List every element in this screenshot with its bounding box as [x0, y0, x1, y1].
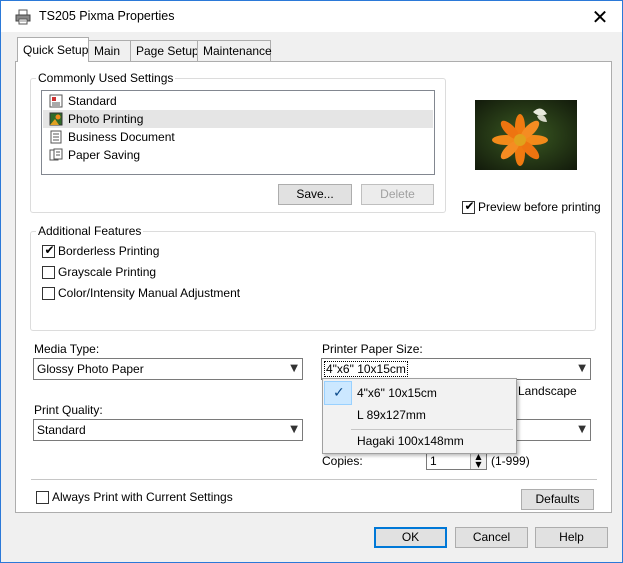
- paper-size-option-l[interactable]: L 89x127mm: [357, 408, 426, 422]
- always-print-checkbox[interactable]: [36, 491, 49, 504]
- list-item-paper-saving[interactable]: Paper Saving: [43, 146, 433, 164]
- list-item-business-document[interactable]: Business Document: [43, 128, 433, 146]
- tab-quick-setup[interactable]: Quick Setup: [17, 37, 89, 62]
- copies-value: 1: [430, 454, 437, 468]
- orientation-landscape-label[interactable]: Landscape: [518, 384, 577, 398]
- list-item-label: Paper Saving: [68, 148, 141, 162]
- delete-button[interactable]: Delete: [361, 184, 434, 205]
- menu-separator: [351, 429, 513, 430]
- preview-before-printing-label: Preview before printing: [478, 200, 601, 214]
- window-title: TS205 Pixma Properties: [39, 9, 175, 23]
- copies-label: Copies:: [322, 454, 363, 468]
- help-button[interactable]: Help: [535, 527, 608, 548]
- paper-saving-icon: [49, 148, 63, 161]
- tab-main[interactable]: Main: [88, 40, 131, 61]
- list-item-standard[interactable]: Standard: [43, 92, 433, 110]
- paper-size-option-hagaki[interactable]: Hagaki 100x148mm: [357, 434, 464, 448]
- tab-maintenance[interactable]: Maintenance: [197, 40, 272, 61]
- printer-paper-size-select[interactable]: 4"x6" 10x15cm ▼: [321, 358, 591, 380]
- standard-settings-icon: [49, 94, 63, 108]
- chevron-down-icon: ▼: [578, 424, 586, 435]
- printer-paper-size-label: Printer Paper Size:: [322, 342, 423, 356]
- grayscale-printing-label: Grayscale Printing: [58, 265, 157, 279]
- tab-page-setup[interactable]: Page Setup: [130, 40, 199, 61]
- media-type-select[interactable]: Glossy Photo Paper ▼: [33, 358, 303, 380]
- color-intensity-manual-adjustment-label: Color/Intensity Manual Adjustment: [58, 286, 241, 300]
- paper-size-dropdown-list: ✓ 4"x6" 10x15cm L 89x127mm Hagaki 100x14…: [322, 378, 517, 454]
- print-quality-value: Standard: [37, 423, 86, 437]
- preview-before-printing-checkbox[interactable]: ✔: [462, 199, 475, 214]
- selected-option-highlight: ✓: [324, 381, 352, 405]
- additional-features-label: Additional Features: [36, 224, 144, 238]
- title-bar: TS205 Pixma Properties ✕: [1, 1, 622, 32]
- copies-spin-buttons[interactable]: ▲ ▼: [470, 453, 486, 469]
- close-button[interactable]: ✕: [578, 1, 622, 32]
- photo-printing-icon: [49, 112, 63, 126]
- list-item-label: Business Document: [68, 130, 175, 144]
- list-item-photo-printing[interactable]: Photo Printing: [43, 110, 433, 128]
- media-type-label: Media Type:: [34, 342, 100, 356]
- always-print-label: Always Print with Current Settings: [52, 490, 233, 504]
- hidden-select[interactable]: ▼: [513, 419, 591, 441]
- save-button[interactable]: Save...: [278, 184, 352, 205]
- paper-size-option-4x6[interactable]: 4"x6" 10x15cm: [357, 386, 437, 400]
- chevron-down-icon: ▼: [290, 363, 298, 374]
- grayscale-printing-checkbox[interactable]: [42, 266, 55, 279]
- copies-spinner[interactable]: 1 ▲ ▼: [426, 452, 487, 470]
- chevron-down-icon: ▼: [578, 363, 586, 374]
- chevron-down-icon: ▼: [290, 424, 298, 435]
- ok-button[interactable]: OK: [374, 527, 447, 548]
- commonly-used-settings-label: Commonly Used Settings: [36, 71, 176, 85]
- cancel-button[interactable]: Cancel: [455, 527, 528, 548]
- checkmark-icon: ✓: [333, 385, 345, 401]
- commonly-used-settings-list[interactable]: Standard Photo Printing Business Documen…: [41, 90, 435, 175]
- checkmark-icon: ✔: [44, 243, 55, 257]
- borderless-printing-checkbox[interactable]: ✔: [42, 243, 55, 258]
- borderless-printing-label: Borderless Printing: [58, 244, 160, 258]
- copies-range: (1-999): [491, 454, 530, 468]
- color-intensity-manual-adjustment-checkbox[interactable]: [42, 287, 55, 300]
- print-quality-select[interactable]: Standard ▼: [33, 419, 303, 441]
- spin-down-icon[interactable]: ▼: [471, 461, 486, 469]
- checkmark-icon: ✔: [464, 199, 475, 213]
- flower-photo: [475, 100, 577, 170]
- list-item-label: Standard: [68, 94, 117, 108]
- properties-window: TS205 Pixma Properties ✕ Quick Setup Mai…: [0, 0, 623, 563]
- close-icon: ✕: [591, 4, 609, 29]
- business-document-icon: [50, 130, 62, 144]
- printer-icon: [15, 9, 31, 25]
- list-item-label: Photo Printing: [68, 112, 144, 126]
- printer-paper-size-value: 4"x6" 10x15cm: [324, 361, 408, 377]
- divider: [31, 479, 597, 480]
- media-type-value: Glossy Photo Paper: [37, 362, 144, 376]
- print-quality-label: Print Quality:: [34, 403, 103, 417]
- print-preview-image: [475, 100, 577, 170]
- defaults-button[interactable]: Defaults: [521, 489, 594, 510]
